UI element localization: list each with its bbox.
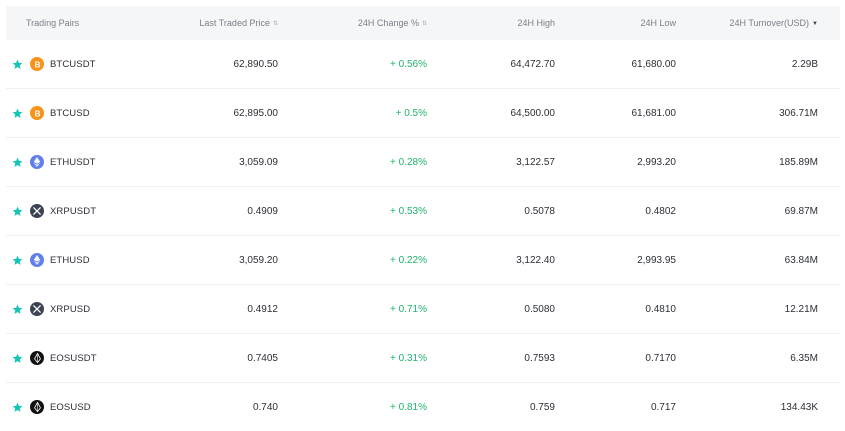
svg-text:B: B (34, 109, 40, 118)
header-label: Last Traded Price (199, 18, 270, 28)
turnover: 185.89M (779, 156, 818, 168)
eth-icon (30, 253, 44, 267)
last-price: 0.740 (252, 401, 278, 413)
pair-name[interactable]: ETHUSD (50, 255, 90, 266)
last-price: 62,890.50 (233, 58, 279, 70)
low-price: 61,680.00 (631, 58, 677, 70)
turnover: 12.21M (784, 303, 818, 315)
pair-cell: B BTCUSDT (6, 57, 191, 71)
last-price: 62,895.00 (233, 107, 279, 119)
favorite-star-icon[interactable] (12, 304, 23, 315)
favorite-star-icon[interactable] (12, 157, 23, 168)
table-row[interactable]: ETHUSD 3,059.20 + 0.22% 3,122.40 2,993.95 63.… (6, 236, 840, 285)
table-body: B BTCUSDT 62,890.50 + 0.56% 64,472.70 61,680.… (6, 40, 840, 431)
high-price: 64,472.70 (510, 58, 556, 70)
low-price: 61,681.00 (631, 107, 677, 119)
pair-name[interactable]: EOSUSDT (50, 353, 97, 364)
btc-icon: B (30, 57, 44, 71)
favorite-star-icon[interactable] (12, 255, 23, 266)
favorite-star-icon[interactable] (12, 59, 23, 70)
pair-cell: ETHUSD (6, 253, 191, 267)
turnover: 63.84M (784, 254, 818, 266)
table-row[interactable]: XRPUSD 0.4912 + 0.71% 0.5080 0.4810 12.21M (6, 285, 840, 334)
table-row[interactable]: EOSUSDT 0.7405 + 0.31% 0.7593 0.7170 6.35M (6, 334, 840, 383)
low-price: 0.4810 (645, 303, 676, 315)
pair-name[interactable]: ETHUSDT (50, 157, 96, 168)
last-price: 3,059.20 (239, 254, 278, 266)
low-price: 2,993.95 (637, 254, 676, 266)
turnover: 306.71M (779, 107, 818, 119)
eos-icon (30, 400, 44, 414)
pair-name[interactable]: XRPUSDT (50, 206, 96, 217)
header-last-traded-price[interactable]: Last Traded Price ⇅ (191, 18, 278, 28)
last-price: 0.4909 (247, 205, 278, 217)
high-price: 64,500.00 (510, 107, 556, 119)
last-price: 0.7405 (247, 352, 278, 364)
market-page: Trading Pairs Last Traded Price ⇅ 24H Cha… (0, 0, 845, 431)
last-price: 3,059.09 (239, 156, 278, 168)
table-row[interactable]: ETHUSDT 3,059.09 + 0.28% 3,122.57 2,993.20 18… (6, 138, 840, 187)
eos-icon (30, 351, 44, 365)
high-price: 0.5080 (524, 303, 555, 315)
header-label: Trading Pairs (26, 18, 80, 28)
low-price: 0.4802 (645, 205, 676, 217)
turnover: 6.35M (790, 352, 818, 364)
sort-desc-icon[interactable]: ▼ (812, 21, 818, 27)
table-row[interactable]: B BTCUSD 62,895.00 + 0.5% 64,500.00 61,681.00… (6, 89, 840, 138)
svg-text:B: B (34, 60, 40, 69)
xrp-icon (30, 204, 44, 218)
btc-icon: B (30, 106, 44, 120)
change-percent: + 0.81% (390, 401, 427, 413)
pair-cell: EOSUSDT (6, 351, 191, 365)
pair-cell: XRPUSDT (6, 204, 191, 218)
favorite-star-icon[interactable] (12, 206, 23, 217)
change-percent: + 0.22% (390, 254, 427, 266)
favorite-star-icon[interactable] (12, 402, 23, 413)
turnover: 134.43K (780, 401, 818, 413)
header-label: 24H Change % (357, 18, 419, 28)
change-percent: + 0.28% (390, 156, 427, 168)
eth-icon (30, 155, 44, 169)
header-24h-high[interactable]: 24H High (427, 18, 555, 28)
pair-name[interactable]: XRPUSD (50, 304, 90, 315)
favorite-star-icon[interactable] (12, 353, 23, 364)
market-table: Trading Pairs Last Traded Price ⇅ 24H Cha… (6, 6, 840, 431)
low-price: 2,993.20 (637, 156, 676, 168)
turnover: 2.29B (791, 58, 818, 70)
high-price: 3,122.57 (516, 156, 555, 168)
header-label: 24H High (517, 18, 555, 28)
low-price: 0.717 (650, 401, 676, 413)
header-24h-turnover[interactable]: 24H Turnover(USD) ▼ (676, 18, 818, 28)
xrp-icon (30, 302, 44, 316)
table-row[interactable]: B BTCUSDT 62,890.50 + 0.56% 64,472.70 61,680.… (6, 40, 840, 89)
change-percent: + 0.5% (395, 107, 427, 119)
pair-cell: EOSUSD (6, 400, 191, 414)
table-row[interactable]: EOSUSD 0.740 + 0.81% 0.759 0.717 134.43K (6, 383, 840, 431)
change-percent: + 0.53% (390, 205, 427, 217)
low-price: 0.7170 (645, 352, 676, 364)
header-label: 24H Low (640, 18, 676, 28)
change-percent: + 0.56% (390, 58, 427, 70)
favorite-star-icon[interactable] (12, 108, 23, 119)
high-price: 3,122.40 (516, 254, 555, 266)
pair-name[interactable]: BTCUSDT (50, 59, 96, 70)
pair-cell: XRPUSD (6, 302, 191, 316)
high-price: 0.7593 (524, 352, 555, 364)
header-trading-pairs[interactable]: Trading Pairs (6, 18, 191, 28)
header-24h-change[interactable]: 24H Change % ⇅ (278, 18, 427, 28)
table-row[interactable]: XRPUSDT 0.4909 + 0.53% 0.5078 0.4802 69.87M (6, 187, 840, 236)
pair-cell: ETHUSDT (6, 155, 191, 169)
pair-name[interactable]: BTCUSD (50, 108, 90, 119)
pair-name[interactable]: EOSUSD (50, 402, 91, 413)
pair-cell: B BTCUSD (6, 106, 191, 120)
last-price: 0.4912 (247, 303, 278, 315)
table-header: Trading Pairs Last Traded Price ⇅ 24H Cha… (6, 6, 840, 40)
high-price: 0.759 (529, 401, 555, 413)
change-percent: + 0.31% (390, 352, 427, 364)
high-price: 0.5078 (524, 205, 555, 217)
header-label: 24H Turnover(USD) (729, 18, 810, 28)
change-percent: + 0.71% (390, 303, 427, 315)
header-24h-low[interactable]: 24H Low (555, 18, 676, 28)
turnover: 69.87M (784, 205, 818, 217)
